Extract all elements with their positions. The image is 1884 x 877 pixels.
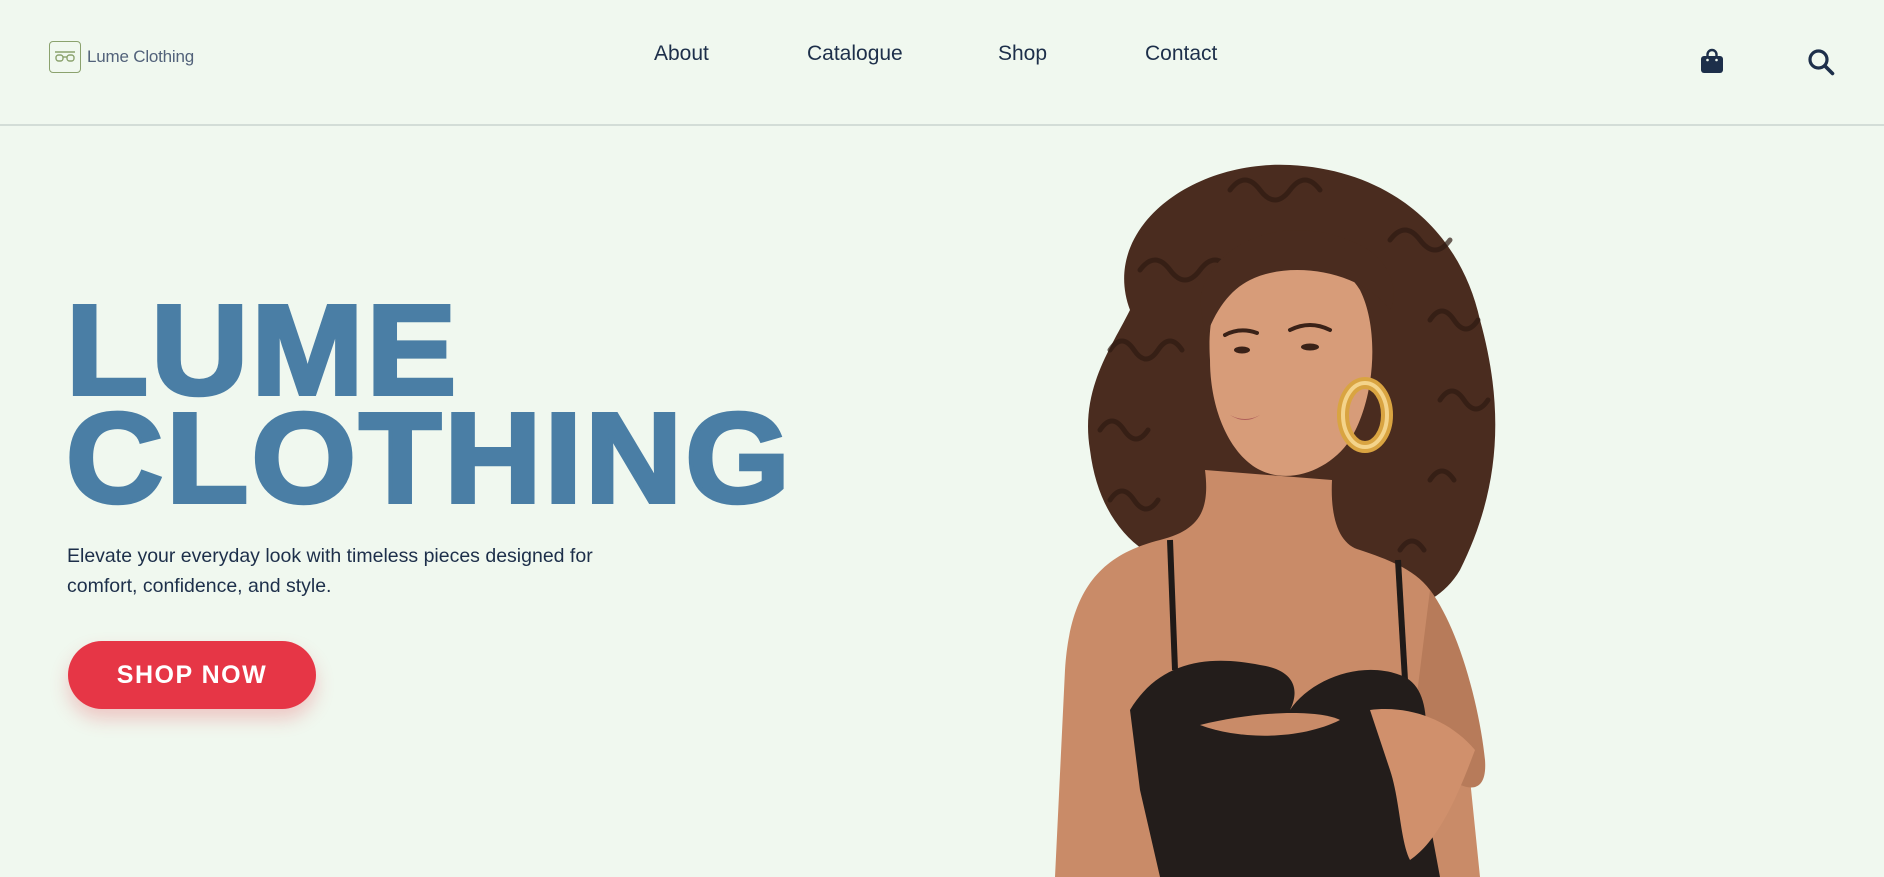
search-icon: [1808, 49, 1835, 76]
nav-link-catalogue[interactable]: Catalogue: [807, 42, 903, 66]
hero-subtitle-line-1: Elevate your everyday look with timeless…: [67, 545, 593, 567]
site-header: Lume Clothing About Catalogue Shop Conta…: [0, 0, 1884, 126]
hero-model-image: [1055, 164, 1496, 877]
hero-subtitle-line-2: comfort, confidence, and style.: [67, 575, 332, 597]
hero-title: LUME CLOTHING: [64, 285, 793, 530]
nav-link-about[interactable]: About: [654, 42, 709, 66]
shop-now-button[interactable]: SHOP NOW: [68, 641, 316, 709]
hero-title-line-2: CLOTHING: [64, 387, 793, 530]
nav-link-shop[interactable]: Shop: [998, 42, 1047, 66]
hero-subtitle: Elevate your everyday look with timeless…: [67, 541, 647, 601]
landing-page: Lume Clothing About Catalogue Shop Conta…: [0, 0, 1884, 877]
search-button[interactable]: [1805, 46, 1837, 78]
main-nav: About Catalogue Shop Contact: [0, 42, 1884, 68]
nav-link-contact[interactable]: Contact: [1145, 42, 1217, 66]
shopping-bag-icon: [1701, 48, 1723, 73]
cart-button[interactable]: [1697, 46, 1727, 76]
